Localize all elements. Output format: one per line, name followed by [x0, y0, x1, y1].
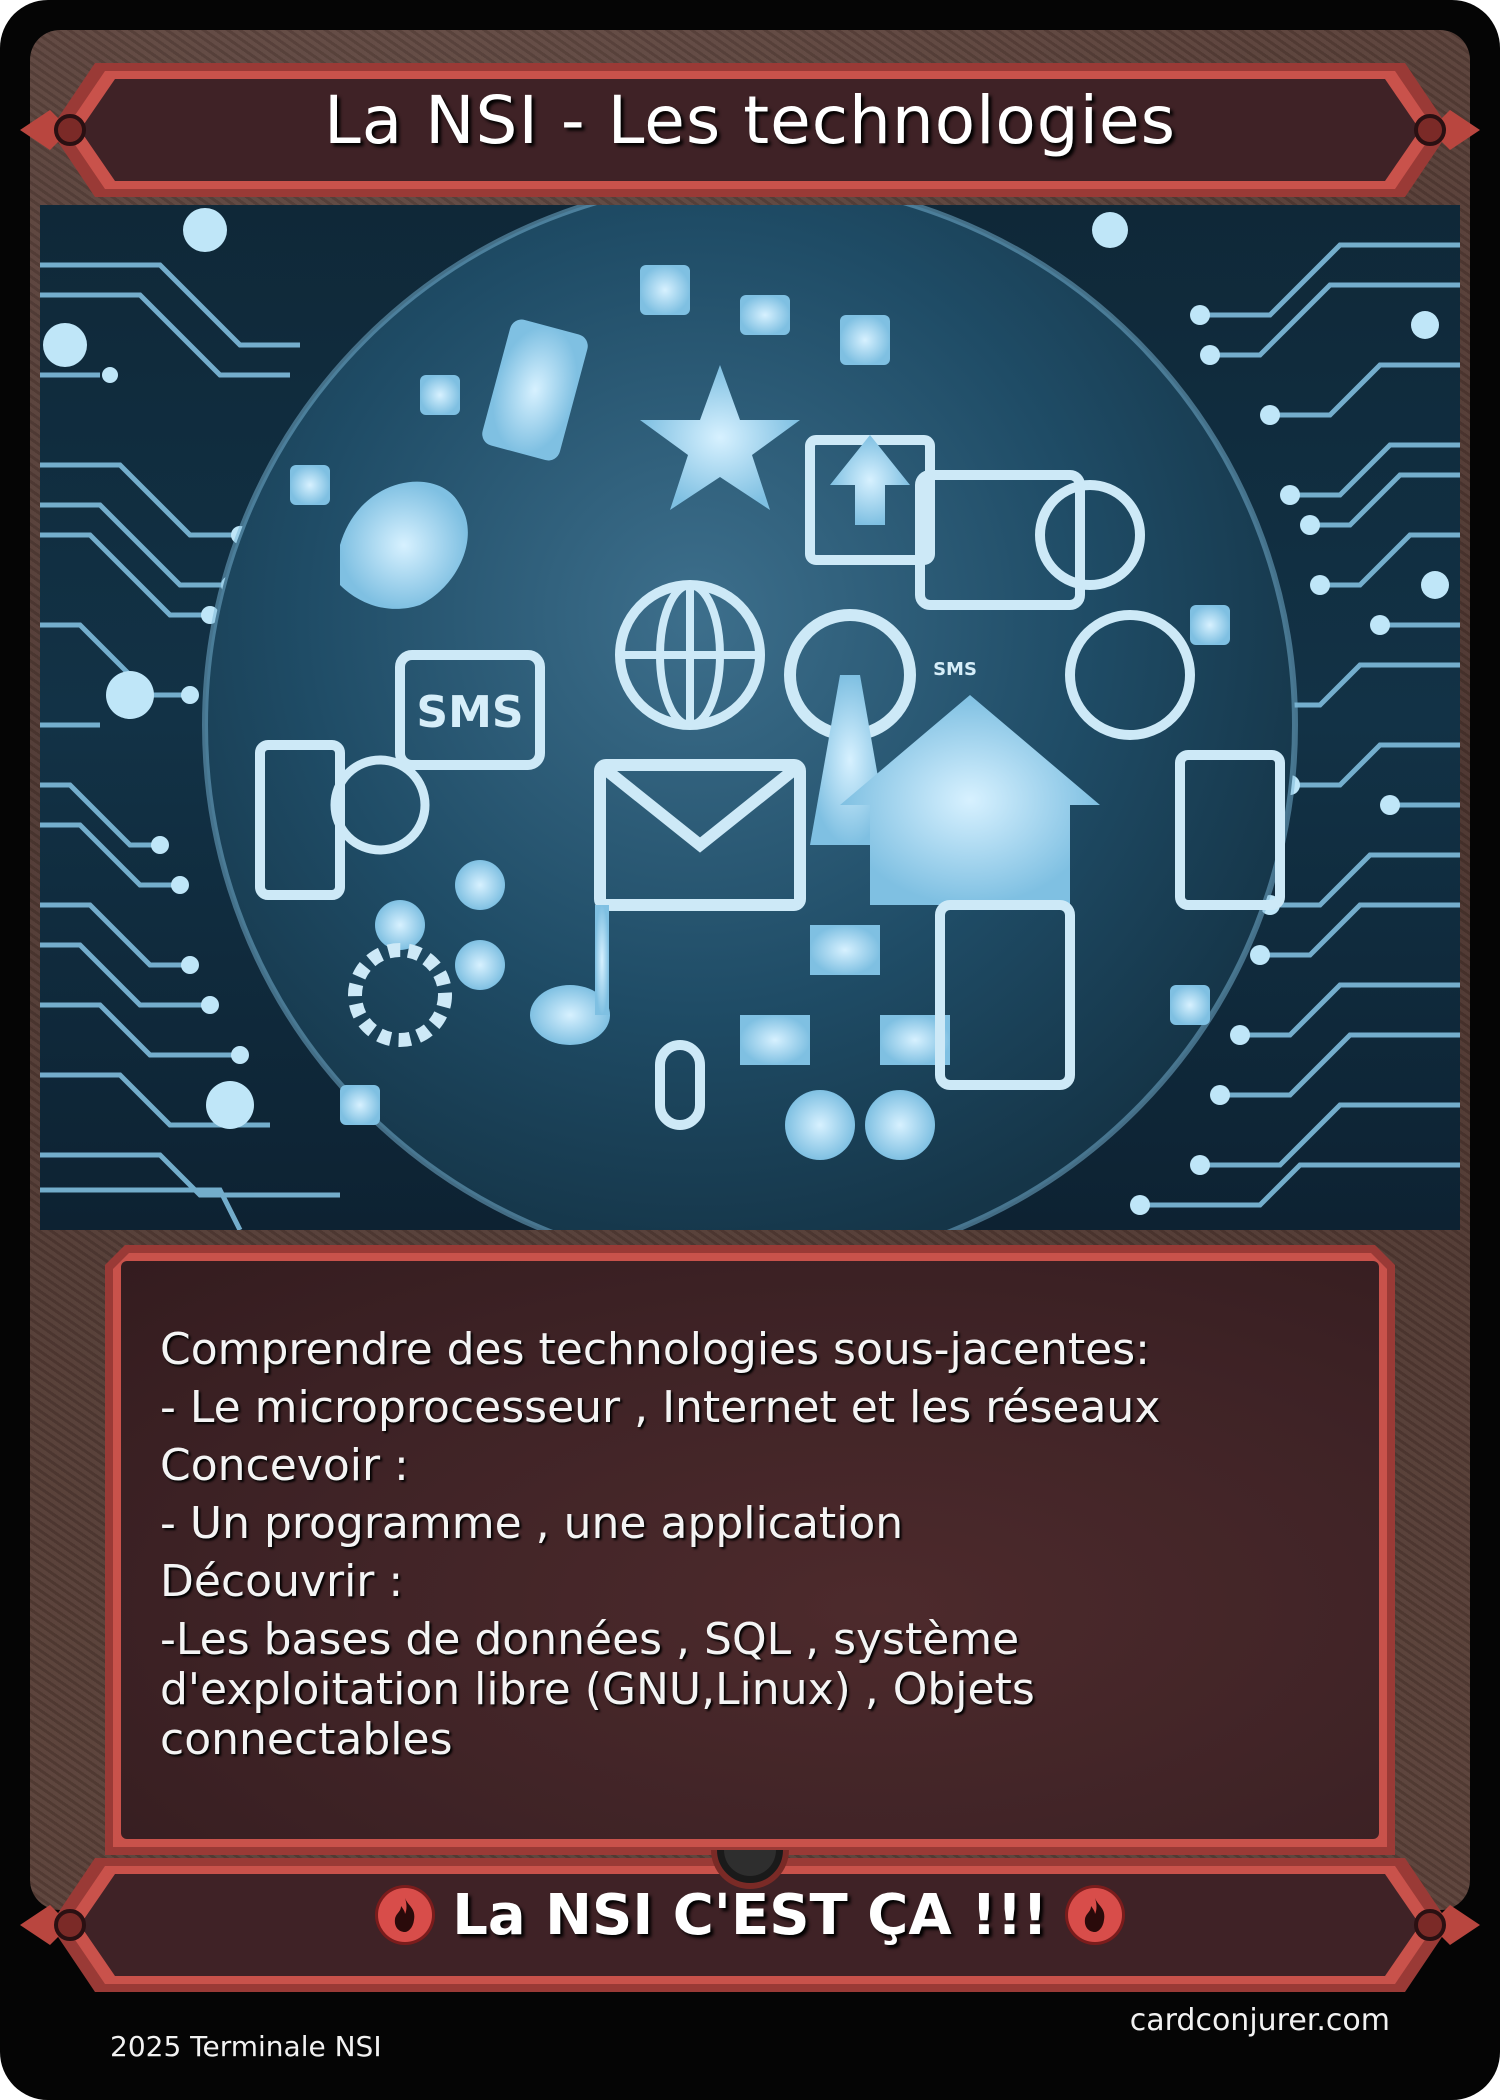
card-artwork: SMS SMS [40, 205, 1460, 1230]
fire-icon [1067, 1888, 1122, 1942]
rules-text-box: Comprendre des technologies sous-jacente… [105, 1245, 1395, 1855]
rules-line: - Un programme , une application [160, 1498, 904, 1549]
technology-globe-illustration: SMS SMS [40, 205, 1460, 1230]
rules-line: Découvrir : [160, 1556, 404, 1607]
art-sms-small-label: SMS [933, 659, 977, 680]
bottom-banner: La NSI C'EST ÇA !!! [20, 1850, 1480, 2000]
rules-line: connectables [160, 1714, 453, 1765]
rules-line: d'exploitation libre (GNU,Linux) , Objet… [160, 1664, 1035, 1715]
rules-line: Concevoir : [160, 1440, 409, 1491]
rules-line: Comprendre des technologies sous-jacente… [160, 1324, 1150, 1375]
title-banner: La NSI - Les technologies [20, 55, 1480, 205]
rules-line: -Les bases de données , SQL , système [160, 1614, 1020, 1665]
rules-line: - Le microprocesseur , Internet et les r… [160, 1382, 1161, 1433]
bottom-banner-label: La NSI C'EST ÇA !!! [452, 1882, 1048, 1948]
rules-text: Comprendre des technologies sous-jacente… [160, 1325, 1330, 1765]
footer-credit: 2025 Terminale NSI [110, 2030, 382, 2063]
card-title: La NSI - Les technologies [323, 81, 1177, 159]
card: SMS SMS La NSI - Les technologies Compre… [0, 0, 1500, 2100]
art-sms-label: SMS [416, 687, 523, 738]
footer-website: cardconjurer.com [1129, 2003, 1390, 2038]
bottom-banner-text-row: La NSI C'EST ÇA !!! [20, 1850, 1480, 1980]
fire-icon [378, 1888, 433, 1942]
